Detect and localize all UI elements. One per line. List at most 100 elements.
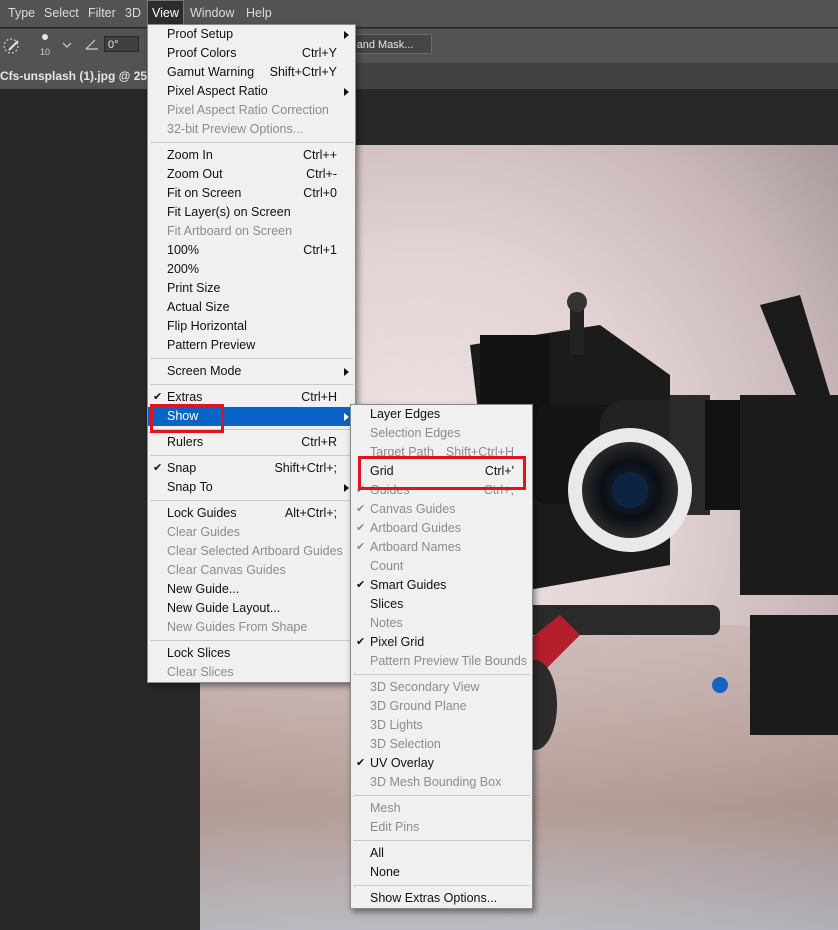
submenu-arrow-icon	[344, 31, 349, 39]
menu-item-label: Show Extras Options...	[370, 891, 498, 905]
menu-item-count: Count	[351, 557, 532, 576]
menu-3d[interactable]: 3D	[121, 0, 145, 27]
menu-filter[interactable]: Filter	[84, 0, 120, 27]
menu-item-zoom-out[interactable]: Zoom Out Ctrl+-	[148, 165, 355, 184]
menu-item-shortcut: Ctrl+H	[301, 390, 337, 404]
menu-item-100[interactable]: 100% Ctrl+1	[148, 241, 355, 260]
checkmark-icon: ✔	[356, 757, 366, 769]
menu-window[interactable]: Window	[186, 0, 238, 27]
menu-separator	[353, 885, 530, 886]
menu-item-snap[interactable]: ✔ Snap Shift+Ctrl+;	[148, 459, 355, 478]
menu-bar: Type Select Filter 3D View Window Help	[0, 0, 838, 27]
menu-type[interactable]: Type	[4, 0, 39, 27]
menu-view[interactable]: View	[147, 0, 184, 27]
menu-item-pixel-aspect-ratio-correction: Pixel Aspect Ratio Correction	[148, 101, 355, 120]
menu-item-label: Screen Mode	[167, 364, 242, 378]
menu-item-actual-size[interactable]: Actual Size	[148, 298, 355, 317]
menu-separator	[150, 142, 353, 143]
submenu-arrow-icon	[344, 88, 349, 96]
menu-item-label: Canvas Guides	[370, 502, 456, 516]
menu-item-label: Zoom Out	[167, 167, 223, 181]
menu-item-fit-layer-s-on-screen[interactable]: Fit Layer(s) on Screen	[148, 203, 355, 222]
menu-item-lock-guides[interactable]: Lock Guides Alt+Ctrl+;	[148, 504, 355, 523]
menu-item-label: Proof Colors	[167, 46, 237, 60]
menu-item-proof-setup[interactable]: Proof Setup	[148, 25, 355, 44]
menu-item-label: Fit Layer(s) on Screen	[167, 205, 291, 219]
menu-item-200[interactable]: 200%	[148, 260, 355, 279]
menu-item-show-extras-options[interactable]: Show Extras Options...	[351, 889, 532, 908]
menu-item-rulers[interactable]: Rulers Ctrl+R	[148, 433, 355, 452]
grid-highlight-box	[358, 456, 526, 490]
angle-input[interactable]: 0°	[104, 36, 139, 52]
menu-item-slices[interactable]: Slices	[351, 595, 532, 614]
document-tab-bar: Cfs-unsplash (1).jpg @ 25% (	[0, 63, 838, 89]
menu-item-notes: Notes	[351, 614, 532, 633]
menu-item-label: 32-bit Preview Options...	[167, 122, 304, 136]
menu-item-label: Selection Edges	[370, 426, 461, 440]
menu-item-pixel-grid[interactable]: ✔ Pixel Grid	[351, 633, 532, 652]
menu-select[interactable]: Select	[40, 0, 83, 27]
menu-item-flip-horizontal[interactable]: Flip Horizontal	[148, 317, 355, 336]
menu-item-3d-ground-plane: 3D Ground Plane	[351, 697, 532, 716]
menu-item-new-guide[interactable]: New Guide...	[148, 580, 355, 599]
menu-item-3d-mesh-bounding-box: 3D Mesh Bounding Box	[351, 773, 532, 792]
menu-item-shortcut: Ctrl+-	[306, 167, 337, 181]
menu-item-print-size[interactable]: Print Size	[148, 279, 355, 298]
menu-item-label: Slices	[370, 597, 404, 611]
menu-item-label: Gamut Warning	[167, 65, 255, 79]
menu-item-gamut-warning[interactable]: Gamut Warning Shift+Ctrl+Y	[148, 63, 355, 82]
menu-item-none[interactable]: None	[351, 863, 532, 882]
menu-item-label: Fit Artboard on Screen	[167, 224, 293, 238]
menu-item-label: 3D Secondary View	[370, 680, 480, 694]
menu-item-3d-lights: 3D Lights	[351, 716, 532, 735]
menu-item-label: Print Size	[167, 281, 221, 295]
menu-separator	[150, 384, 353, 385]
options-bar: 10 0° ct and Mask...	[0, 28, 838, 64]
menu-item-label: All	[370, 846, 384, 860]
menu-item-label: Flip Horizontal	[167, 319, 247, 333]
chevron-down-icon[interactable]	[62, 41, 72, 49]
menu-item-label: Artboard Names	[370, 540, 462, 554]
menu-item-label: 3D Lights	[370, 718, 423, 732]
menu-item-label: 200%	[167, 262, 199, 276]
menu-item-layer-edges[interactable]: Layer Edges	[351, 405, 532, 424]
menu-item-pixel-aspect-ratio[interactable]: Pixel Aspect Ratio	[148, 82, 355, 101]
menu-item-screen-mode[interactable]: Screen Mode	[148, 362, 355, 381]
menu-item-all[interactable]: All	[351, 844, 532, 863]
menu-item-new-guide-layout[interactable]: New Guide Layout...	[148, 599, 355, 618]
menu-help[interactable]: Help	[242, 0, 276, 27]
menu-item-label: New Guides From Shape	[167, 620, 308, 634]
menu-item-lock-slices[interactable]: Lock Slices	[148, 644, 355, 663]
menu-item-label: Clear Canvas Guides	[167, 563, 286, 577]
menu-item-label: Smart Guides	[370, 578, 447, 592]
menu-item-artboard-names: ✔ Artboard Names	[351, 538, 532, 557]
menu-item-clear-selected-artboard-guides: Clear Selected Artboard Guides	[148, 542, 355, 561]
menu-item-uv-overlay[interactable]: ✔ UV Overlay	[351, 754, 532, 773]
menu-item-label: Pixel Aspect Ratio Correction	[167, 103, 329, 117]
menu-item-3d-secondary-view: 3D Secondary View	[351, 678, 532, 697]
menu-item-snap-to[interactable]: Snap To	[148, 478, 355, 497]
checkmark-icon: ✔	[153, 462, 163, 474]
menu-item-proof-colors[interactable]: Proof Colors Ctrl+Y	[148, 44, 355, 63]
menu-item-fit-artboard-on-screen: Fit Artboard on Screen	[148, 222, 355, 241]
menu-item-fit-on-screen[interactable]: Fit on Screen Ctrl+0	[148, 184, 355, 203]
menu-item-label: Lock Guides	[167, 506, 237, 520]
menu-item-label: Lock Slices	[167, 646, 231, 660]
menu-item-clear-guides: Clear Guides	[148, 523, 355, 542]
menu-item-mesh: Mesh	[351, 799, 532, 818]
brush-tool-icon[interactable]	[2, 37, 22, 55]
menu-item-zoom-in[interactable]: Zoom In Ctrl++	[148, 146, 355, 165]
menu-item-label: New Guide Layout...	[167, 601, 281, 615]
menu-item-clear-canvas-guides: Clear Canvas Guides	[148, 561, 355, 580]
menu-separator	[150, 640, 353, 641]
menu-item-label: Rulers	[167, 435, 204, 449]
menu-separator	[150, 500, 353, 501]
menu-item-label: Pattern Preview	[167, 338, 256, 352]
menu-separator	[150, 358, 353, 359]
menu-item-shortcut: Ctrl+R	[301, 435, 337, 449]
angle-icon	[85, 39, 98, 50]
view-menu: Proof Setup Proof Colors Ctrl+Y Gamut Warni…	[147, 24, 356, 683]
menu-item-smart-guides[interactable]: ✔ Smart Guides	[351, 576, 532, 595]
menu-item-pattern-preview[interactable]: Pattern Preview	[148, 336, 355, 355]
menu-item-label: Notes	[370, 616, 403, 630]
